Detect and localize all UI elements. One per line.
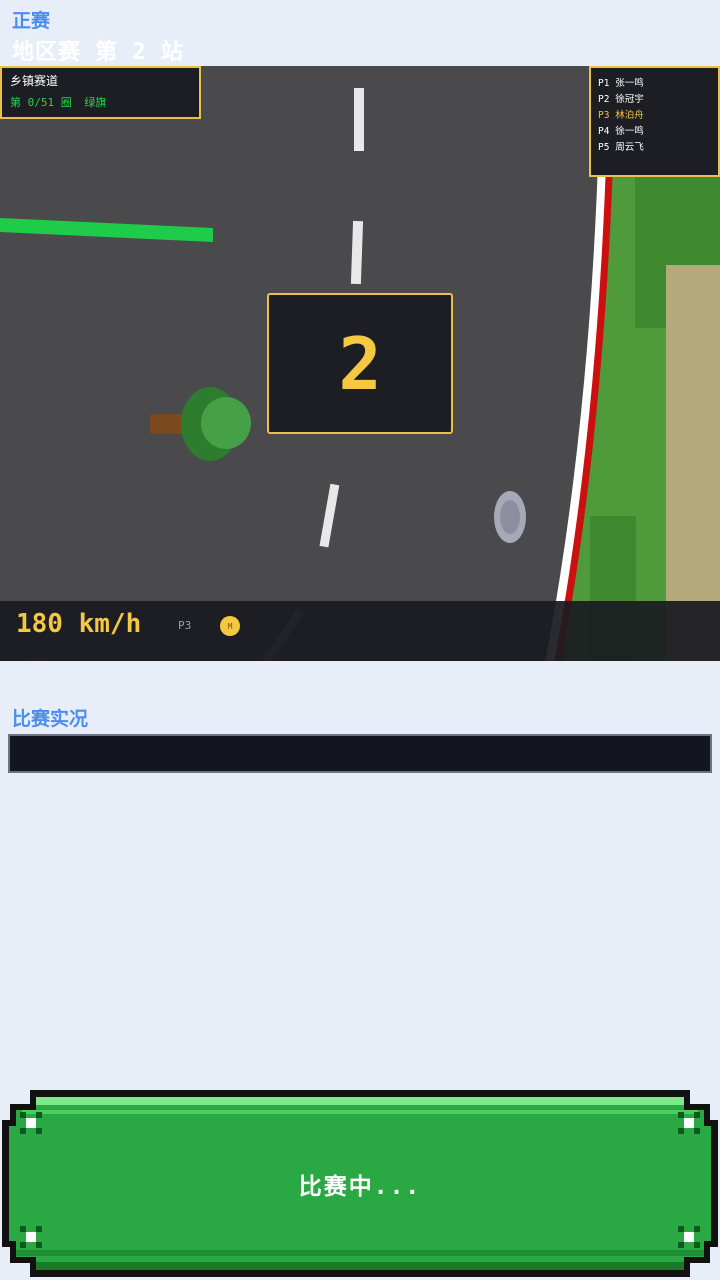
standings-position: P5 [598, 142, 610, 153]
countdown-overlay: 2 [267, 293, 453, 434]
countdown-number: 2 [338, 321, 382, 406]
race-mode-label: 正赛 [12, 10, 51, 32]
lap-info: 第 0/51 圈 绿旗 [10, 94, 191, 110]
speedometer: 180 km/h [16, 609, 142, 639]
speed-hud: 180 km/h P3 M [0, 601, 720, 661]
standings-driver: 周云飞 [615, 142, 644, 153]
track-info-panel: 乡镇赛道 第 0/51 圈 绿旗 [0, 66, 201, 119]
game-viewport[interactable]: 乡镇赛道 第 0/51 圈 绿旗 P1 张一鸣 P2 徐冠宇 P3 林泊舟 P4… [0, 66, 720, 661]
track-name: 乡镇赛道 [10, 74, 59, 88]
race-status-label: 比赛中... [298, 1173, 422, 1200]
standings-row: P2 徐冠宇 [598, 92, 711, 108]
event-title: 地区赛 第 2 站 [12, 40, 184, 65]
commentary-title: 比赛实况 [12, 708, 89, 730]
standings-row: P1 张一鸣 [598, 76, 711, 92]
standings-driver: 徐一鸣 [615, 126, 644, 137]
medal-icon: M [220, 616, 240, 636]
standings-position: P2 [598, 94, 610, 105]
commentary-feed [8, 734, 712, 773]
position-indicator: P3 [178, 619, 192, 632]
standings-row: P4 徐一鸣 [598, 124, 711, 140]
lap-counter: 第 0/51 圈 [10, 96, 72, 109]
flag-status: 绿旗 [84, 96, 107, 109]
standings-position: P1 [598, 78, 610, 89]
standings-panel: P1 张一鸣 P2 徐冠宇 P3 林泊舟 P4 徐一鸣 P5 周云飞 [589, 66, 720, 177]
standings-driver: 张一鸣 [615, 78, 644, 89]
standings-position: P3 [598, 110, 610, 121]
standings-row: P5 周云飞 [598, 140, 711, 156]
standings-position: P4 [598, 126, 610, 137]
standings-driver: 徐冠宇 [615, 94, 644, 105]
standings-driver: 林泊舟 [615, 110, 644, 121]
race-status-button[interactable]: 比赛中... [0, 1090, 720, 1277]
standings-row-player: P3 林泊舟 [598, 108, 711, 124]
